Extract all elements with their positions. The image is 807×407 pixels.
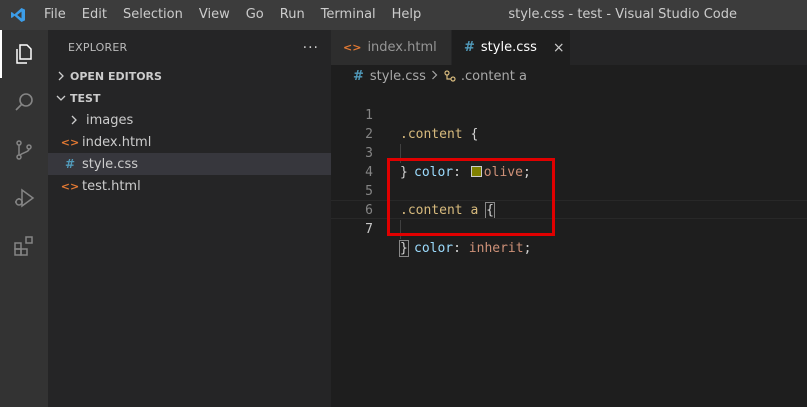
tree-item-label: images	[86, 112, 134, 128]
css-value: inherit	[468, 241, 524, 256]
chevron-right-icon	[431, 69, 438, 84]
code-text: }	[399, 239, 409, 258]
code-line-2: 2 color: olive;	[331, 106, 807, 180]
open-editors-label: OPEN EDITORS	[70, 69, 162, 83]
explorer-title: EXPLORER	[68, 41, 128, 54]
vscode-logo-icon	[0, 0, 36, 30]
symbol-icon	[443, 69, 457, 83]
code-editor[interactable]: 1 .content { 2 color: olive; 3 } 4 5 .co…	[331, 87, 807, 407]
tab-style-css[interactable]: # style.css ×	[452, 30, 570, 65]
tree-item-style-css[interactable]: # style.css	[48, 153, 331, 175]
tab-label: style.css	[480, 40, 537, 55]
breadcrumb: # style.css .content a	[331, 65, 807, 87]
css-file-icon: #	[64, 157, 76, 171]
chevron-down-icon	[54, 94, 68, 102]
folder-section-test[interactable]: TEST	[48, 87, 331, 109]
explorer-sidebar: EXPLORER ··· OPEN EDITORS TEST images <>…	[48, 30, 331, 407]
chevron-right-icon	[54, 71, 68, 81]
code-line-6: 6 color: inherit;	[331, 182, 807, 256]
html-file-icon: <>	[60, 135, 80, 149]
css-file-icon: #	[464, 40, 475, 55]
tab-label: index.html	[367, 40, 437, 55]
code-line-7: 7 }	[331, 200, 807, 257]
code-line-1: 1 .content {	[331, 87, 807, 142]
indent-guide	[400, 220, 401, 239]
brace-close: }	[399, 240, 409, 257]
menu-run[interactable]: Run	[272, 0, 313, 30]
menu-help[interactable]: Help	[384, 0, 430, 30]
menu-go[interactable]: Go	[238, 0, 272, 30]
code-line-4: 4	[331, 144, 807, 180]
code-line-5: 5 .content a {	[331, 163, 807, 219]
menu-view[interactable]: View	[191, 0, 238, 30]
explorer-button[interactable]	[0, 30, 48, 78]
explorer-icon	[16, 44, 32, 64]
tree-item-images[interactable]: images	[48, 109, 331, 131]
code-text: color: inherit;	[414, 239, 531, 258]
run-debug-button[interactable]	[0, 174, 48, 222]
search-icon	[15, 93, 33, 111]
semicolon: ;	[523, 241, 532, 256]
editor-tabs: <> index.html # style.css ×	[331, 30, 807, 65]
folder-label: TEST	[70, 91, 101, 105]
html-file-icon: <>	[60, 179, 80, 193]
open-editors-section[interactable]: OPEN EDITORS	[48, 65, 331, 87]
menu-edit[interactable]: Edit	[74, 0, 115, 30]
html-file-icon: <>	[343, 41, 362, 54]
tree-item-label: index.html	[82, 134, 152, 150]
explorer-header: EXPLORER ···	[48, 30, 331, 65]
tree-item-index-html[interactable]: <> index.html	[48, 131, 331, 153]
css-property: color	[414, 241, 454, 256]
menu-file[interactable]: File	[36, 0, 74, 30]
breadcrumb-symbol[interactable]: .content a	[461, 69, 527, 84]
extensions-button[interactable]	[0, 222, 48, 270]
source-control-button[interactable]	[0, 126, 48, 174]
css-file-icon: #	[353, 68, 364, 84]
menu-terminal[interactable]: Terminal	[313, 0, 384, 30]
more-actions-icon[interactable]: ···	[303, 40, 319, 56]
search-button[interactable]	[0, 78, 48, 126]
chevron-right-icon	[66, 115, 82, 125]
breadcrumb-file[interactable]: style.css	[370, 69, 426, 84]
close-icon[interactable]: ×	[553, 40, 565, 56]
colon: :	[453, 241, 469, 256]
menu-bar: File Edit Selection View Go Run Terminal…	[36, 0, 429, 30]
tree-item-test-html[interactable]: <> test.html	[48, 175, 331, 197]
activity-bar	[0, 30, 48, 407]
source-control-icon	[16, 140, 32, 160]
tree-item-label: test.html	[82, 178, 141, 194]
tab-index-html[interactable]: <> index.html	[331, 30, 452, 65]
tree-item-label: style.css	[82, 156, 138, 172]
menu-selection[interactable]: Selection	[115, 0, 191, 30]
title-bar: File Edit Selection View Go Run Terminal…	[0, 0, 807, 30]
run-debug-icon	[15, 188, 35, 208]
line-number: 7	[365, 222, 373, 237]
code-line-3: 3 }	[331, 125, 807, 180]
extensions-icon	[14, 236, 33, 256]
